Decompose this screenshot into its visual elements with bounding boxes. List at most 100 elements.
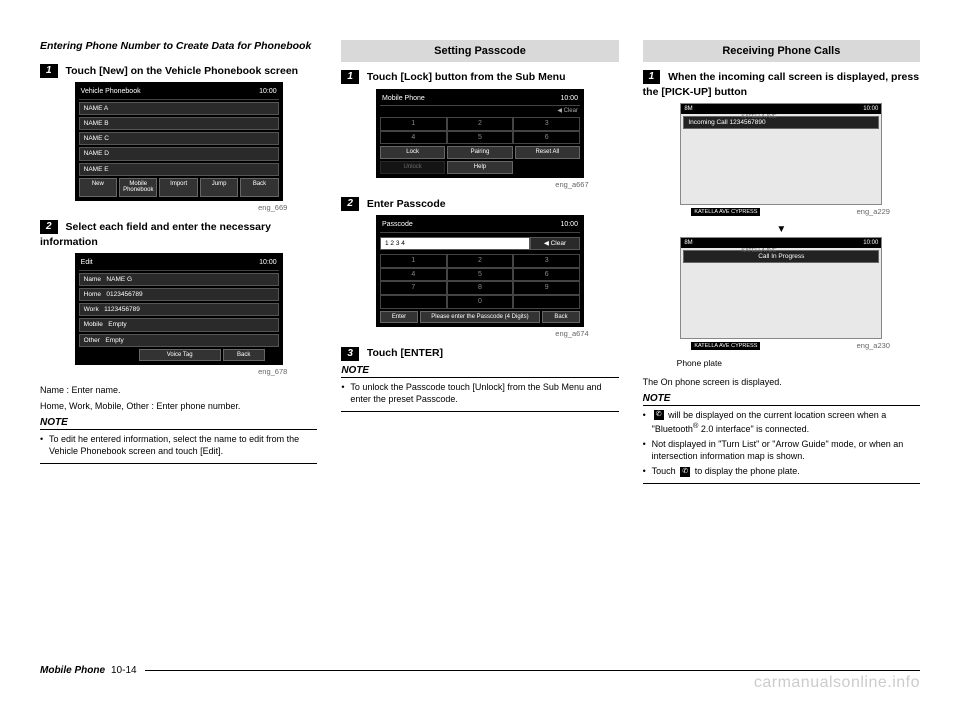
desc: Home, Work, Mobile, Other : Enter phone … — [40, 400, 317, 412]
desc: The On phone screen is displayed. — [643, 376, 920, 388]
call-in-progress-screen: 8M10:00 Call In Progress KATELLA AVE KAT… — [680, 237, 882, 339]
image-id: eng_678 — [40, 367, 287, 376]
step-num-icon: 3 — [341, 347, 359, 361]
btn: Enter — [380, 311, 418, 324]
screen-title: Edit — [81, 259, 93, 267]
screen-time: 10:00 — [560, 221, 578, 229]
edit-screen: Edit 10:00 Name NAME G Home 0123456789 W… — [75, 253, 283, 365]
image-id: eng_a667 — [341, 180, 588, 189]
passcode-entry: 1 2 3 4 — [380, 237, 530, 250]
field-row: Mobile Empty — [79, 318, 279, 331]
field-row: Other Empty — [79, 334, 279, 347]
clear-button: ◀ Clear — [380, 106, 580, 117]
btn: Jump — [200, 178, 238, 197]
desc: Name : Enter name. — [40, 384, 317, 396]
footer-page: 10-14 — [111, 665, 145, 676]
note-heading: NOTE — [341, 365, 618, 378]
image-id: eng_a229 — [643, 207, 890, 216]
phone-icon: ✆ — [654, 410, 664, 420]
street-label: KATELLA AVE — [741, 248, 776, 254]
street-label: KATELLA AVE CYPRESS — [691, 342, 760, 350]
list-item: NAME D — [79, 147, 279, 160]
screen-title: Vehicle Phonebook — [81, 88, 141, 96]
step-num-icon: 2 — [40, 220, 58, 234]
btn: Import — [159, 178, 197, 197]
step-text: Touch [New] on the Vehicle Phonebook scr… — [65, 65, 298, 77]
step-text: Select each field and enter the necessar… — [40, 221, 271, 248]
screen-time: 10:00 — [560, 95, 578, 103]
image-id: eng_a674 — [341, 329, 588, 338]
note-item: ✆ will be displayed on the current locat… — [643, 409, 920, 435]
divider — [341, 411, 618, 412]
step-num-icon: 1 — [40, 64, 58, 78]
phone-plate-label: Phone plate — [677, 358, 920, 368]
clear-button: ◀ Clear — [530, 237, 580, 250]
btn: Mobile Phonebook — [119, 178, 157, 197]
prompt: Please enter the Passcode (4 Digits) — [420, 311, 540, 324]
footer-rule — [145, 670, 920, 671]
field-row: Home 0123456789 — [79, 288, 279, 301]
step-num-icon: 1 — [341, 70, 359, 84]
screen-time: 10:00 — [259, 88, 277, 96]
incoming-call-bar: Incoming Call 1234567890 — [683, 116, 879, 129]
column-3: Receiving Phone Calls 1 When the incomin… — [643, 40, 920, 484]
btn: Unlock — [380, 161, 445, 174]
btn: Back — [542, 311, 580, 324]
screen-title: Mobile Phone — [382, 95, 425, 103]
btn: Pairing — [447, 146, 512, 159]
step-num-icon: 1 — [643, 70, 661, 84]
note-heading: NOTE — [40, 417, 317, 430]
section-passcode: Setting Passcode — [341, 40, 618, 62]
step-1-2: 2 Select each field and enter the necess… — [40, 220, 317, 249]
step-text: Touch [Lock] button from the Sub Menu — [367, 71, 566, 83]
footer-section: Mobile Phone — [40, 665, 111, 676]
note-item: To unlock the Passcode touch [Unlock] fr… — [341, 381, 618, 405]
btn: New — [79, 178, 117, 197]
phone-icon: ✆ — [680, 467, 690, 477]
btn: Help — [447, 161, 512, 174]
watermark: carmanualsonline.info — [754, 674, 920, 692]
list-item: NAME C — [79, 132, 279, 145]
screen-time: 10:00 — [259, 259, 277, 267]
btn: Lock — [380, 146, 445, 159]
field-row: Name NAME G — [79, 273, 279, 286]
note-item: To edit he entered information, select t… — [40, 433, 317, 457]
list-item: NAME B — [79, 117, 279, 130]
step-num-icon: 2 — [341, 197, 359, 211]
step-2-3: 3 Touch [ENTER] — [341, 346, 618, 361]
divider — [40, 463, 317, 464]
note-item: Touch ✆ to display the phone plate. — [643, 465, 920, 477]
step-text: Touch [ENTER] — [367, 347, 443, 359]
step-2-2: 2 Enter Passcode — [341, 197, 618, 212]
step-text: Enter Passcode — [367, 198, 446, 210]
column-2: Setting Passcode 1 Touch [Lock] button f… — [341, 40, 618, 484]
street-label: KATELLA AVE CYPRESS — [691, 208, 760, 216]
note-heading: NOTE — [643, 393, 920, 406]
image-id: eng_a230 — [643, 341, 890, 350]
image-id: eng_669 — [40, 203, 287, 212]
section-receiving: Receiving Phone Calls — [643, 40, 920, 62]
incoming-call-screen: 8M10:00 Incoming Call 1234567890 KATELLA… — [680, 103, 882, 205]
down-arrow-icon: ▼ — [643, 224, 920, 235]
step-1-1: 1 Touch [New] on the Vehicle Phonebook s… — [40, 64, 317, 79]
step-2-1: 1 Touch [Lock] button from the Sub Menu — [341, 70, 618, 85]
step-3-1: 1 When the incoming call screen is displ… — [643, 70, 920, 99]
passcode-screen: Passcode 10:00 1 2 3 4 ◀ Clear 123 456 7… — [376, 215, 584, 327]
sub-menu-screen: Mobile Phone 10:00 ◀ Clear 123 456 Lock … — [376, 89, 584, 178]
subhead-phonebook: Entering Phone Number to Create Data for… — [40, 40, 317, 54]
street-label: KATELLA AVE — [741, 114, 776, 120]
list-item: NAME A — [79, 102, 279, 115]
vehicle-phonebook-screen: Vehicle Phonebook 10:00 NAME A NAME B NA… — [75, 82, 283, 201]
list-item: NAME E — [79, 163, 279, 176]
divider — [643, 483, 920, 484]
call-progress-bar: Call In Progress — [683, 250, 879, 263]
column-1: Entering Phone Number to Create Data for… — [40, 40, 317, 484]
field-row: Work 1123456789 — [79, 303, 279, 316]
btn: Back — [240, 178, 278, 197]
btn: Voice Tag — [139, 349, 221, 362]
step-text: When the incoming call screen is display… — [643, 71, 919, 98]
screen-title: Passcode — [382, 221, 413, 229]
btn: Reset All — [515, 146, 580, 159]
note-item: Not displayed in "Turn List" or "Arrow G… — [643, 438, 920, 462]
btn: Back — [223, 349, 265, 362]
